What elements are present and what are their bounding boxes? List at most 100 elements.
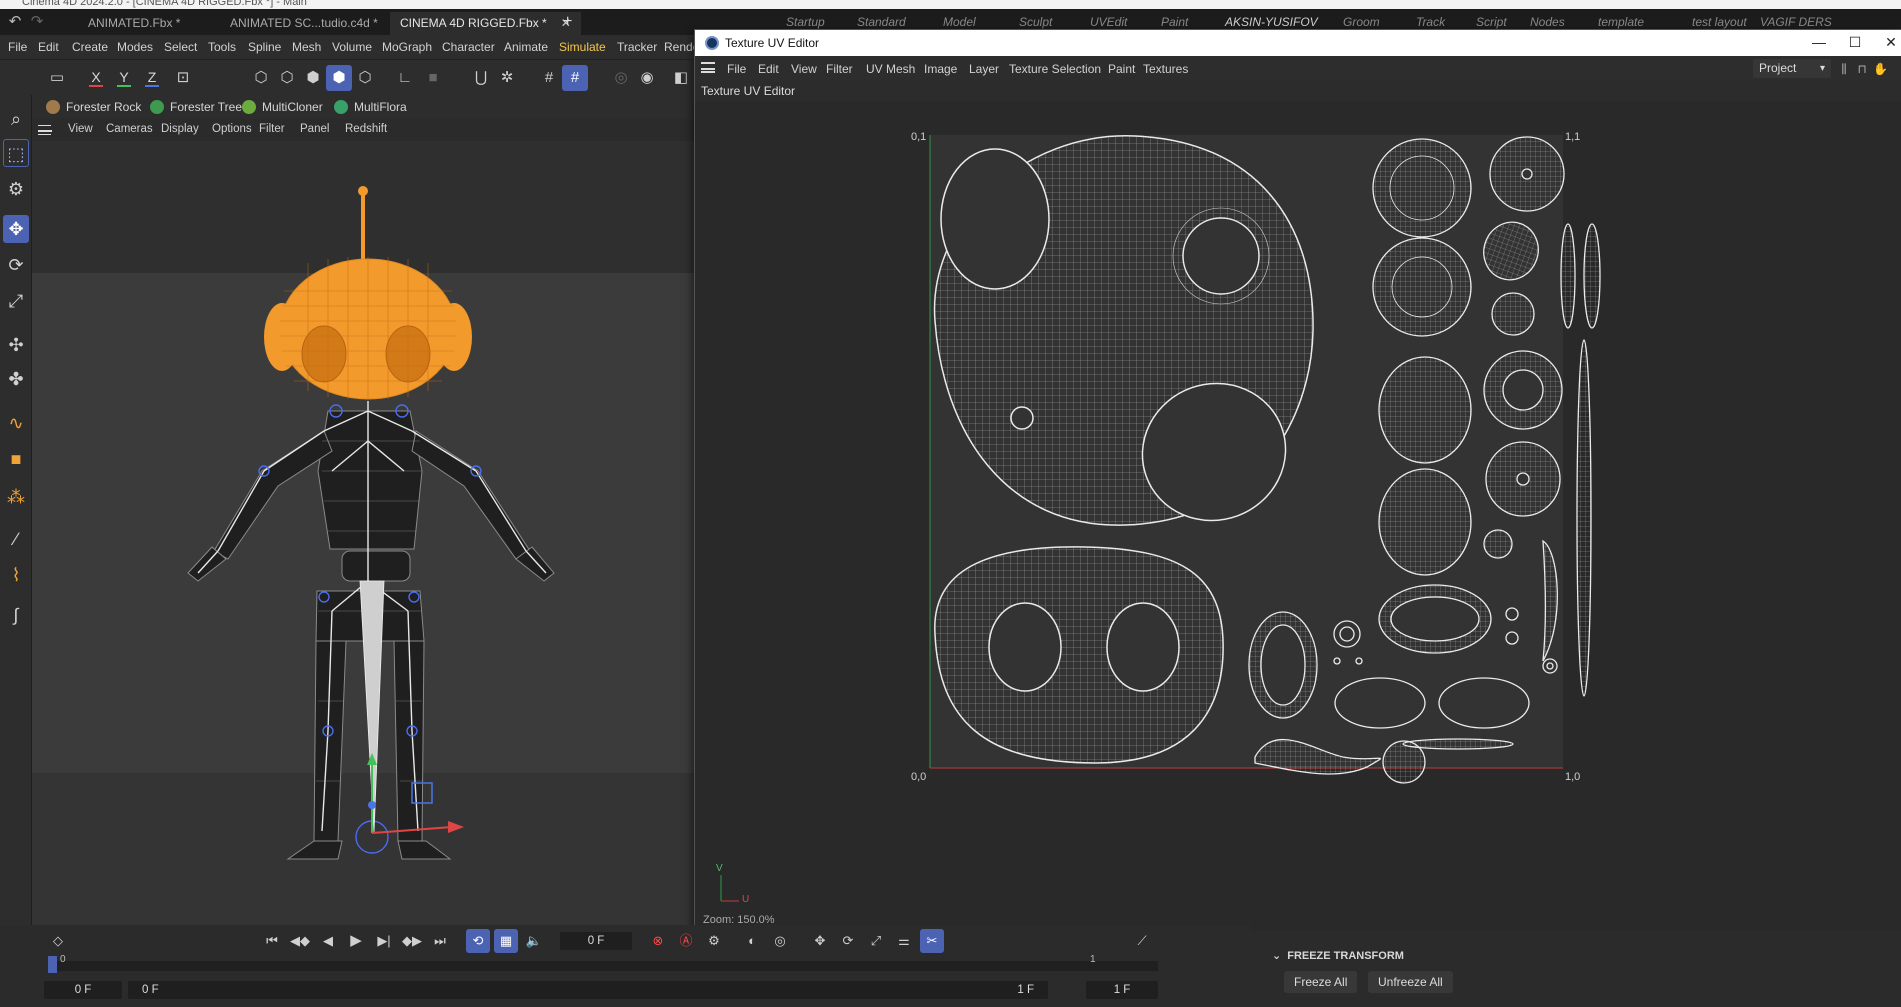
uv-menu-image[interactable]: Image — [924, 62, 957, 76]
next-key-icon[interactable]: ◆▶ — [400, 929, 424, 953]
axis-z-lock[interactable]: Z — [142, 65, 162, 91]
deformer-icon[interactable]: ⌇ — [3, 561, 29, 589]
unfreeze-all-button[interactable]: Unfreeze All — [1368, 971, 1453, 993]
menu-file[interactable]: File — [8, 40, 27, 54]
sound-icon[interactable]: 🔈 — [522, 929, 546, 953]
multicloner-button[interactable]: MultiCloner — [242, 99, 323, 115]
menu-create[interactable]: Create — [72, 40, 108, 54]
layout-tab[interactable]: Track — [1416, 15, 1445, 29]
snap-settings-icon[interactable]: ✲ — [494, 65, 520, 91]
layout-tab[interactable]: template — [1598, 15, 1644, 29]
pan-hand-icon[interactable]: ✋ — [1873, 62, 1888, 76]
menu-select[interactable]: Select — [164, 40, 197, 54]
tool-settings-icon[interactable]: ⚙ — [3, 175, 29, 203]
move-tool-icon[interactable]: ✥ — [3, 215, 29, 243]
uv-menu-textures[interactable]: Textures — [1143, 62, 1188, 76]
layout-tab[interactable]: Model — [943, 15, 976, 29]
viewport-menu-cameras[interactable]: Cameras — [106, 123, 153, 135]
uv-menu-uv-mesh[interactable]: UV Mesh — [866, 62, 915, 76]
workplane-icon[interactable]: # — [562, 65, 588, 91]
histogram-icon[interactable]: ⫼ — [1837, 62, 1851, 76]
move-key-icon[interactable]: ✥ — [808, 929, 832, 953]
playback-rate-icon[interactable]: ▦ — [494, 929, 518, 953]
tab-cinema4d-rigged[interactable]: CINEMA 4D RIGGED.Fbx * ✕ — [390, 12, 581, 35]
forester-rock-button[interactable]: Forester Rock — [46, 99, 141, 115]
layout-tab[interactable]: UVEdit — [1090, 15, 1127, 29]
play-icon[interactable]: ▶ — [344, 929, 368, 953]
viewport-menu-view[interactable]: View — [68, 123, 93, 135]
end-max-field[interactable]: 1 F — [1086, 981, 1158, 999]
next-frame-icon[interactable]: ▶| — [372, 929, 396, 953]
sketch-tool-icon[interactable]: ∫ — [3, 601, 29, 629]
uv-hamburger-icon[interactable] — [701, 62, 715, 73]
forester-tree-button[interactable]: Forester Tree — [150, 99, 242, 115]
layout-tab[interactable]: VAGIF DERS — [1760, 15, 1832, 29]
redo-icon[interactable]: ↷ — [28, 13, 46, 31]
uv-menu-texture-selection[interactable]: Texture Selection — [1009, 62, 1101, 76]
loop-icon[interactable]: ⟲ — [466, 929, 490, 953]
scale-key-icon[interactable]: ◎ — [768, 929, 792, 953]
uv-canvas[interactable]: 0,1 1,1 0,0 1,0 V U Zoom: 150.0% — [695, 101, 1901, 943]
primitive-icon[interactable]: ■ — [3, 445, 29, 473]
menu-spline[interactable]: Spline — [248, 40, 281, 54]
symmetry-icon[interactable]: ◉ — [634, 65, 660, 91]
undo-icon[interactable]: ↶ — [6, 13, 24, 31]
menu-character[interactable]: Character — [442, 40, 495, 54]
transfer-tool-icon[interactable]: ✣ — [3, 331, 29, 359]
uv-menu-view[interactable]: View — [791, 62, 817, 76]
search-icon[interactable]: ⌕ — [3, 105, 29, 133]
go-to-end-icon[interactable]: ⏭ — [428, 929, 452, 953]
viewport-menu-display[interactable]: Display — [161, 123, 199, 135]
uv-menu-paint[interactable]: Paint — [1108, 62, 1135, 76]
layout-tab[interactable]: Standard — [857, 15, 906, 29]
keyframe-selection-icon[interactable]: ⚙ — [702, 929, 726, 953]
selection-tool-icon[interactable]: ⬚ — [3, 139, 29, 167]
axis-y-lock[interactable]: Y — [114, 65, 134, 91]
menu-mesh[interactable]: Mesh — [292, 40, 321, 54]
soft-selection-icon[interactable]: ◎ — [608, 65, 634, 91]
grid-icon[interactable]: # — [536, 65, 562, 91]
freeze-all-button[interactable]: Freeze All — [1284, 971, 1358, 993]
viewport-menu-filter[interactable]: Filter — [259, 123, 285, 135]
coordinate-system-icon[interactable]: ⊡ — [170, 65, 196, 91]
align-tool-icon[interactable]: ✤ — [3, 365, 29, 393]
start-min-field[interactable]: 0 F — [44, 981, 122, 999]
texture-mode-icon[interactable]: ■ — [420, 65, 446, 91]
uv-menu-layer[interactable]: Layer — [969, 62, 999, 76]
preview-range-bar[interactable]: 0 F 1 F — [128, 981, 1048, 999]
timeline-scrubber[interactable]: 0 1 — [48, 954, 1158, 973]
rotate-tool-icon[interactable]: ⟳ — [3, 251, 29, 279]
parameter-key-icon[interactable]: ⚌ — [892, 929, 916, 953]
record-icon[interactable]: ⊗ — [646, 929, 670, 953]
menu-tracker[interactable]: Tracker — [617, 40, 657, 54]
current-frame-field[interactable]: 0 F — [560, 932, 632, 950]
spline-pen-icon[interactable]: ∿ — [3, 409, 29, 437]
go-to-start-icon[interactable]: ⏮ — [260, 929, 284, 953]
position-key-icon[interactable]: ◐ — [740, 929, 764, 953]
snap-icon[interactable]: ⋃ — [468, 65, 494, 91]
maximize-icon[interactable]: ☐ — [1837, 32, 1873, 54]
3d-viewport[interactable] — [32, 141, 700, 925]
menu-animate[interactable]: Animate — [504, 40, 548, 54]
layout-tab[interactable]: Groom — [1343, 15, 1380, 29]
tab-animated-scene[interactable]: ANIMATED SC...tudio.c4d * — [220, 12, 388, 35]
minimize-icon[interactable]: — — [1801, 32, 1837, 54]
timeline-graph-icon[interactable]: ⟋ — [1130, 929, 1154, 953]
axis-mode-icon[interactable]: ∟ — [392, 65, 418, 91]
menu-simulate[interactable]: Simulate — [559, 40, 606, 54]
tab-animated-fbx[interactable]: ANIMATED.Fbx * — [78, 12, 190, 35]
render-icon[interactable]: ◧ — [668, 65, 694, 91]
lock-icon[interactable]: ⊓ — [1855, 62, 1869, 76]
playhead[interactable] — [48, 956, 57, 973]
axis-x-lock[interactable]: X — [86, 65, 106, 91]
object-mode-icon[interactable]: ⬡ — [352, 65, 378, 91]
scale-tool-icon[interactable]: ⤢ — [3, 287, 29, 315]
viewport-menu-redshift[interactable]: Redshift — [345, 123, 387, 135]
pla-key-icon[interactable]: ✂ — [920, 929, 944, 953]
viewport-menu-panel[interactable]: Panel — [300, 123, 329, 135]
keyframe-diamond-icon[interactable]: ◇ — [46, 929, 70, 953]
layout-tab[interactable]: Sculpt — [1019, 15, 1052, 29]
menu-edit[interactable]: Edit — [38, 40, 59, 54]
uv-menu-filter[interactable]: Filter — [826, 62, 853, 76]
model-mode-icon[interactable]: ⬢ — [326, 65, 352, 91]
